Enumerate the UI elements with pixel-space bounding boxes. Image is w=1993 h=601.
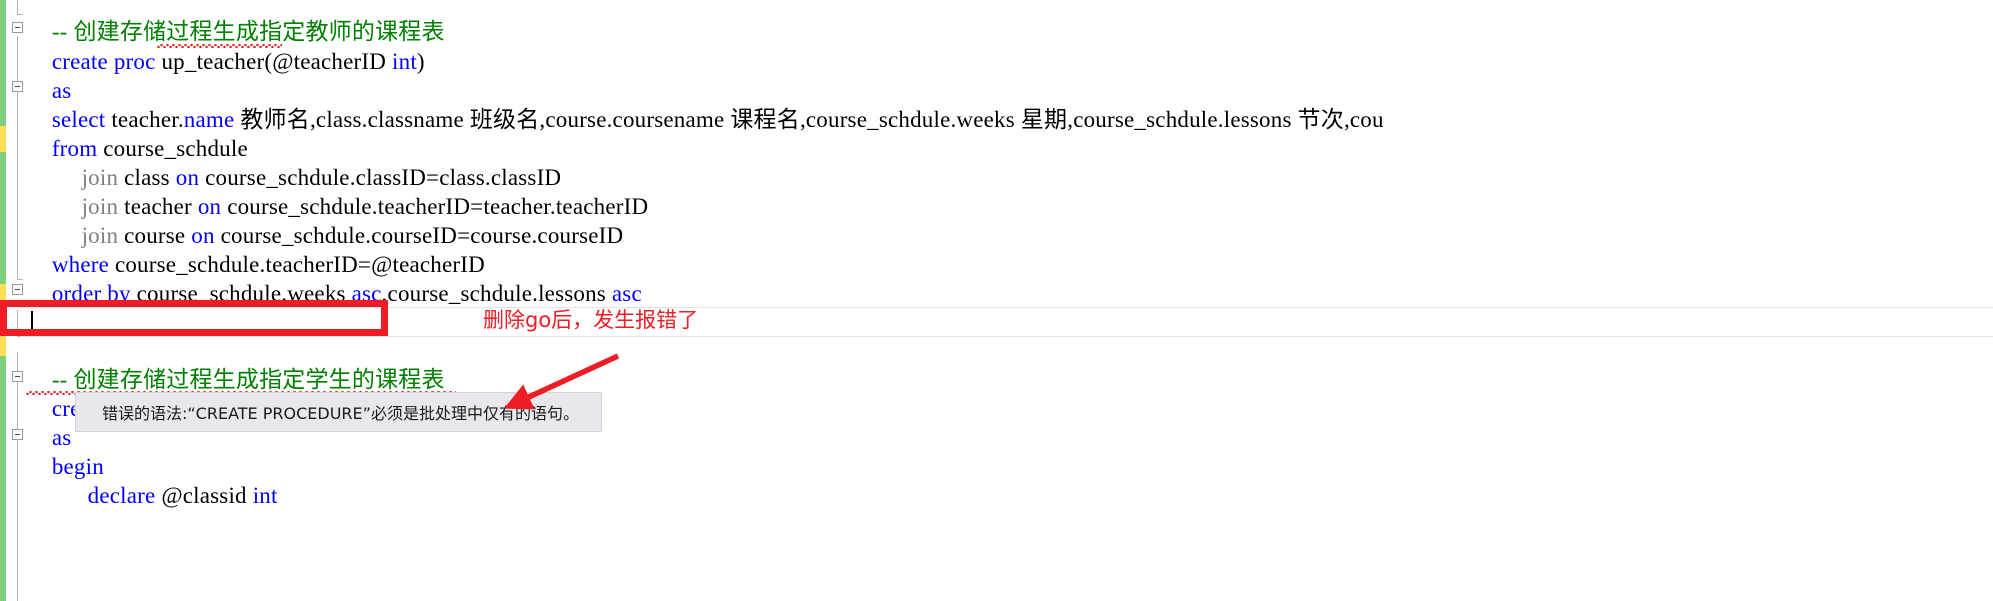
text-caret — [31, 311, 33, 332]
keyword-token: proc — [113, 49, 156, 74]
parameter-token: @teacherID — [272, 49, 387, 74]
change-bar-saved — [0, 0, 6, 126]
punct: ) — [416, 49, 425, 74]
outlining-tick — [17, 279, 23, 280]
outlining-rail — [17, 310, 18, 336]
type-token: int — [392, 49, 417, 74]
change-bar-saved — [0, 152, 6, 284]
current-line-highlight[interactable] — [20, 307, 1993, 337]
code-line[interactable]: declare @classid int — [40, 452, 278, 539]
type-token: int — [252, 483, 278, 508]
change-bar-unsaved — [0, 126, 6, 152]
change-bar-unsaved — [0, 284, 6, 314]
keyword-token: asc — [611, 281, 642, 306]
fold-collapse-box[interactable] — [12, 429, 23, 440]
fold-collapse-box[interactable] — [12, 371, 23, 382]
tooltip-text: 错误的语法:“CREATE PROCEDURE”必须是批处理中仅有的语句。 — [102, 404, 579, 423]
keyword-token: declare — [87, 483, 156, 508]
text-token: 教师名,class.classname 班级名,course.coursenam… — [234, 107, 1384, 132]
spell-squiggle — [157, 44, 282, 48]
change-bar-saved — [0, 356, 6, 601]
keyword-token: asc — [351, 281, 382, 306]
sql-editor-pane[interactable]: -- 创建存储过程生成指定教师的课程表 create proc up_teach… — [0, 0, 1993, 601]
identifier-token: up_teacher — [161, 49, 265, 74]
outlining-rail — [17, 0, 18, 14]
change-bar-saved — [0, 314, 6, 332]
text-token: ,course_schdule.lessons — [381, 281, 612, 306]
text-token: @classid — [155, 483, 253, 508]
change-bar-unsaved — [0, 332, 6, 356]
outlining-tick — [17, 14, 23, 15]
outlining-rail — [17, 36, 18, 280]
fold-collapse-box[interactable] — [12, 284, 23, 295]
outlining-rail — [17, 352, 18, 601]
fold-collapse-box[interactable] — [12, 22, 23, 33]
fold-collapse-box[interactable] — [12, 81, 23, 92]
sql-error-tooltip: 错误的语法:“CREATE PROCEDURE”必须是批处理中仅有的语句。 — [75, 392, 602, 432]
